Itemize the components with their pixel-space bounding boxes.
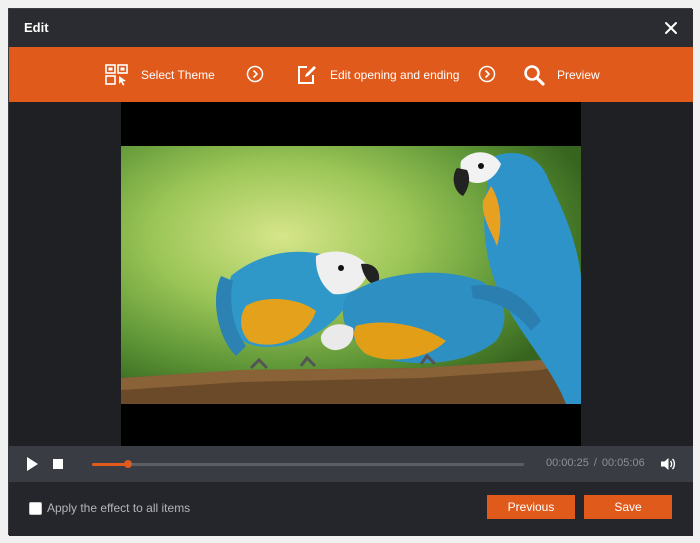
dialog-title: Edit bbox=[24, 20, 49, 35]
step-label: Preview bbox=[557, 67, 600, 82]
playback-controls: 00:00:25 / 00:05:06 bbox=[9, 446, 693, 482]
step-edit-opening-ending[interactable]: Edit opening and ending bbox=[296, 47, 459, 102]
chevron-right-icon bbox=[246, 65, 264, 83]
close-icon bbox=[665, 22, 677, 34]
apply-all-checkbox[interactable]: Apply the effect to all items bbox=[29, 501, 190, 515]
step-select-theme[interactable]: Select Theme bbox=[105, 47, 215, 102]
save-button[interactable]: Save bbox=[584, 495, 672, 519]
step-label: Select Theme bbox=[141, 67, 215, 82]
time-separator: / bbox=[593, 457, 597, 469]
time-display: 00:00:25 / 00:05:06 bbox=[546, 457, 645, 469]
theme-grid-icon bbox=[105, 63, 128, 85]
play-button[interactable] bbox=[25, 456, 39, 472]
total-time: 00:05:06 bbox=[601, 457, 645, 469]
volume-icon[interactable] bbox=[660, 456, 676, 472]
progress-slider[interactable] bbox=[92, 460, 524, 468]
video-image bbox=[121, 146, 581, 404]
edit-dialog: Edit Select Theme Edit opening and endin… bbox=[8, 8, 693, 536]
video-preview-area bbox=[9, 102, 693, 446]
progress-fill bbox=[92, 463, 128, 466]
step-bar: Select Theme Edit opening and ending Pre… bbox=[9, 47, 693, 102]
search-icon bbox=[524, 64, 545, 86]
parrots-illustration bbox=[121, 146, 581, 404]
step-preview[interactable]: Preview bbox=[523, 47, 600, 102]
video-frame bbox=[121, 102, 581, 446]
step-label: Edit opening and ending bbox=[330, 67, 460, 82]
current-time: 00:00:25 bbox=[546, 457, 589, 469]
edit-icon bbox=[298, 65, 316, 84]
checkbox-box[interactable] bbox=[29, 501, 42, 515]
progress-thumb[interactable] bbox=[123, 460, 132, 468]
chevron-right-icon bbox=[478, 65, 496, 83]
close-button[interactable] bbox=[659, 16, 683, 40]
apply-all-label: Apply the effect to all items bbox=[47, 501, 191, 515]
stop-button[interactable] bbox=[53, 459, 63, 469]
previous-button[interactable]: Previous bbox=[487, 495, 575, 519]
title-bar: Edit bbox=[9, 9, 693, 47]
dialog-footer: Apply the effect to all items Previous S… bbox=[9, 482, 693, 536]
